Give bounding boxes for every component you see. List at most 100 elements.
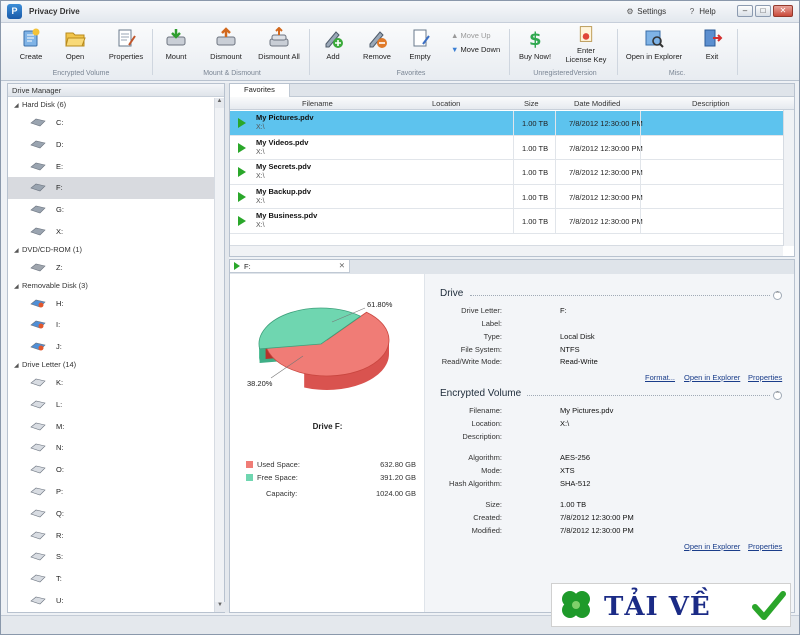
move-up-button[interactable]: ▲ Move Up [451,31,491,40]
column-date-modified[interactable]: Date Modified [574,99,620,108]
move-down-label: Move Down [460,45,501,54]
column-divider [640,184,641,209]
settings-link[interactable]: ⚙ Settings [625,7,666,16]
drive-icon [30,574,46,583]
favorite-row[interactable]: My Business.pdv X:\ 1.00 TB 7/8/2012 12:30:… [230,209,783,234]
tree-item-drive[interactable]: D: [8,134,214,156]
scroll-down-icon[interactable]: ▼ [215,602,225,612]
expand-icon[interactable]: ◢ [14,244,22,258]
expand-icon[interactable]: ◢ [14,359,22,373]
tree-item-drive[interactable]: P: [8,481,214,503]
tree-item-drive[interactable]: N: [8,437,214,459]
minimize-button[interactable]: – [737,5,753,17]
tree-item-drive[interactable]: Z: [8,257,214,279]
column-divider [555,160,556,184]
close-tab-icon[interactable]: ✕ [339,261,345,270]
tree-group[interactable]: ◢ Hard Disk (6) [8,98,214,112]
mount-button[interactable]: Mount [161,27,191,67]
column-description[interactable]: Description [692,99,730,108]
remove-favorite-button[interactable]: Remove [361,27,393,67]
open-in-explorer-button[interactable]: Open in Explorer [623,27,685,67]
exit-button[interactable]: Exit [699,27,725,67]
tab-drive-f[interactable]: F: ✕ [230,260,350,273]
tree-item-drive[interactable]: S: [8,546,214,568]
favorite-row[interactable]: My Pictures.pdv X:\ 1.00 TB 7/8/2012 12:30:… [230,111,783,136]
drive-tree-scrollbar[interactable]: ▲ ▼ [214,98,225,612]
watermark-banner: TẢI VỀ [551,583,791,627]
details-panel: F: ✕ 61.80% 38.20% Drive F: Used Space: 6… [229,259,795,613]
tree-item-drive[interactable]: E: [8,156,214,178]
volume-open-in-explorer-link[interactable]: Open in Explorer [684,542,740,551]
favorites-hscrollbar[interactable] [230,245,783,256]
mode-label: Mode: [481,466,502,475]
tree-item-drive[interactable]: C: [8,112,214,134]
buy-now-button[interactable]: $ Buy Now! [517,27,553,67]
tree-item-drive[interactable]: X: [8,221,214,243]
tree-item-drive[interactable]: F: [8,177,214,200]
tree-item-drive[interactable]: T: [8,568,214,590]
remove-label: Remove [363,52,391,61]
column-divider [640,209,641,233]
ribbon-separator [737,29,738,75]
column-location[interactable]: Location [432,99,460,108]
column-divider [513,111,514,135]
tree-item-drive[interactable]: L: [8,394,214,416]
collapse-drive-icon[interactable]: ⌃ [773,291,782,300]
drive-properties-link[interactable]: Properties [748,373,782,382]
tree-item-label: X: [56,226,64,236]
algorithm-value: AES-256 [560,453,591,462]
used-label: Used Space: [257,460,300,469]
empty-favorites-button[interactable]: Empty [405,27,435,67]
drive-icon [30,596,46,605]
volume-properties-link[interactable]: Properties [748,542,782,551]
expand-icon[interactable]: ◢ [14,99,22,113]
dismount-button[interactable]: Dismount [206,27,246,67]
tree-group[interactable]: ◢ DVD/CD-ROM (1) [8,243,214,257]
tree-group[interactable]: ◢ Removable Disk (3) [8,279,214,293]
used-swatch [246,461,253,468]
column-filename[interactable]: Filename [302,99,333,108]
tree-item-drive[interactable]: G: [8,199,214,221]
expand-icon[interactable]: ◢ [14,280,22,294]
close-button[interactable]: ✕ [773,5,793,17]
favorites-vscrollbar[interactable] [783,110,794,246]
dismount-label: Dismount [210,52,242,61]
group-label-mount-dismount: Mount & Dismount [203,70,261,77]
tab-favorites[interactable]: Favorites [230,84,290,97]
tree-group[interactable]: ◢ Drive Letter (14) [8,358,214,372]
properties-button[interactable]: Properties [107,27,145,67]
collapse-volume-icon[interactable]: ⌃ [773,391,782,400]
tree-item-drive[interactable]: H: [8,293,214,315]
maximize-button[interactable]: □ [755,5,771,17]
tree-item-drive[interactable]: K: [8,372,214,394]
create-button[interactable]: Create [13,27,49,67]
tree-item-drive[interactable]: U: [8,590,214,612]
enter-license-label-2: License Key [565,55,607,64]
move-down-button[interactable]: ▼ Move Down [451,45,500,54]
drive-open-in-explorer-link[interactable]: Open in Explorer [684,373,740,382]
help-link[interactable]: ? Help [687,7,716,16]
enter-license-key-button[interactable]: Enter License Key [563,25,609,65]
mode-value: XTS [560,466,575,475]
open-button[interactable]: Open [59,27,91,67]
ribbon-separator [309,29,310,75]
tree-item-drive[interactable]: M: [8,416,214,438]
title-bar: P Privacy Drive ⚙ Settings ? Help – □ ✕ [1,1,799,23]
tree-item-drive[interactable]: O: [8,459,214,481]
volume-modified-label: Modified: [471,526,502,535]
favorite-row[interactable]: My Backup.pdv X:\ 1.00 TB 7/8/2012 12:30:00… [230,184,783,210]
format-link[interactable]: Format... [645,373,675,382]
tree-item-drive[interactable]: I: [8,314,214,336]
dismount-all-button[interactable]: Dismount All [256,27,302,67]
add-favorite-button[interactable]: Add [319,27,347,67]
scroll-up-icon[interactable]: ▲ [215,98,224,108]
favorite-row[interactable]: My Secrets.pdv X:\ 1.00 TB 7/8/2012 12:30:0… [230,160,783,185]
tree-item-drive[interactable]: J: [8,336,214,358]
tree-item-drive[interactable]: R: [8,525,214,547]
hash-algorithm-value: SHA-512 [560,479,591,488]
tree-item-drive[interactable]: Q: [8,503,214,525]
column-size[interactable]: Size [524,99,539,108]
drive-manager-header: Drive Manager [8,84,224,97]
favorite-row[interactable]: My Videos.pdv X:\ 1.00 TB 7/8/2012 12:30:00… [230,135,783,161]
column-divider [555,184,556,209]
